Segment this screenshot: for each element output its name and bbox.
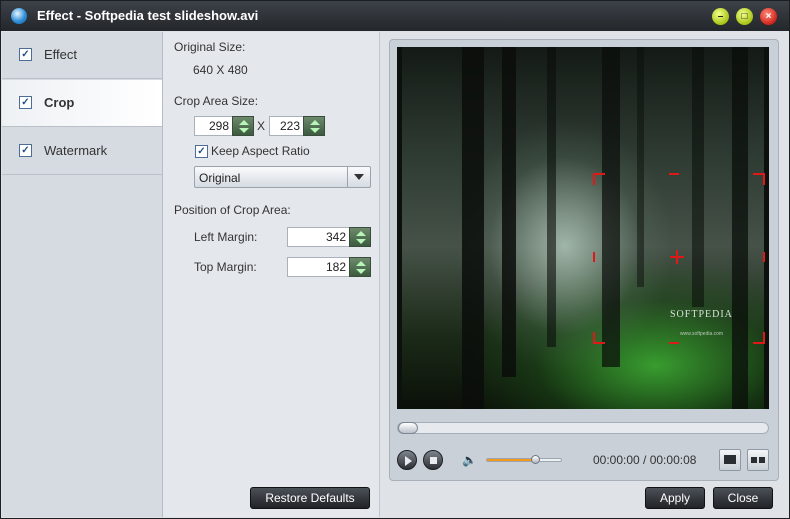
keep-aspect-label: Keep Aspect Ratio	[211, 144, 310, 158]
close-button[interactable]: Close	[713, 487, 773, 509]
sidebar-item-label: Watermark	[44, 143, 108, 158]
chevron-down-icon[interactable]	[347, 167, 370, 187]
sidebar-item-crop[interactable]: ✓ Crop	[2, 80, 162, 127]
left-margin-label: Left Margin:	[194, 230, 258, 244]
watermark-checkbox[interactable]: ✓	[19, 144, 32, 157]
position-label: Position of Crop Area:	[174, 203, 291, 217]
seek-bar[interactable]	[397, 422, 769, 434]
effect-window: Effect - Softpedia test slideshow.avi – …	[0, 0, 790, 519]
original-size-value: 640 X 480	[193, 63, 248, 77]
crop-edge-bottom[interactable]	[669, 332, 679, 344]
aspect-ratio-select[interactable]: Original	[194, 166, 371, 188]
maximize-button[interactable]: □	[736, 8, 753, 25]
speaker-icon[interactable]: 🔈	[462, 453, 477, 467]
top-margin-stepper[interactable]	[349, 257, 371, 277]
crop-corner-bottom-right[interactable]	[753, 332, 765, 344]
restore-defaults-button[interactable]: Restore Defaults	[250, 487, 370, 509]
size-separator: X	[257, 119, 266, 133]
crop-settings-panel: Original Size: 640 X 480 Crop Area Size:…	[163, 32, 380, 517]
crop-corner-bottom-left[interactable]	[593, 332, 605, 344]
crop-area-size-label: Crop Area Size:	[174, 94, 259, 108]
sidebar-item-watermark[interactable]: ✓ Watermark	[2, 128, 162, 175]
tree-trunk	[502, 47, 516, 377]
volume-slider[interactable]	[486, 455, 562, 464]
sidebar-item-label: Effect	[44, 47, 78, 62]
apply-button[interactable]: Apply	[645, 487, 705, 509]
volume-fill	[487, 459, 536, 461]
forest-image: SOFTPEDIA www.softpedia.com	[402, 47, 764, 409]
stop-button[interactable]	[423, 450, 443, 470]
crop-edge-right[interactable]	[753, 252, 765, 262]
crop-checkbox[interactable]: ✓	[19, 96, 32, 109]
top-margin-label: Top Margin:	[194, 260, 257, 274]
tree-trunk	[547, 47, 556, 347]
effect-checkbox[interactable]: ✓	[19, 48, 32, 61]
play-button[interactable]	[397, 450, 417, 470]
tree-trunk	[602, 47, 620, 367]
crop-edge-left[interactable]	[593, 252, 605, 262]
time-readout: 00:00:00 / 00:00:08	[593, 453, 697, 467]
split-view-icon	[759, 457, 765, 463]
crop-center-crosshair	[676, 250, 678, 264]
stop-icon	[430, 457, 437, 464]
sidebar-item-label: Crop	[44, 95, 75, 110]
sidebar-item-effect[interactable]: ✓ Effect	[2, 32, 162, 79]
softpedia-watermark: SOFTPEDIA	[670, 309, 733, 320]
left-margin-stepper[interactable]	[349, 227, 371, 247]
single-view-button[interactable]	[719, 449, 741, 471]
crop-corner-top-right[interactable]	[753, 173, 765, 185]
close-window-button[interactable]: ×	[760, 8, 777, 25]
tree-trunk	[692, 47, 704, 307]
crop-height-stepper[interactable]	[303, 116, 325, 136]
tree-trunk	[732, 47, 748, 409]
crop-edge-top[interactable]	[669, 173, 679, 185]
split-view-button[interactable]	[747, 449, 769, 471]
tree-trunk	[462, 47, 484, 409]
seek-thumb[interactable]	[398, 422, 418, 434]
split-view-icon	[751, 457, 757, 463]
window-title: Effect - Softpedia test slideshow.avi	[37, 8, 259, 23]
app-icon	[11, 8, 27, 24]
effect-sidebar: ✓ Effect ✓ Crop ✓ Watermark	[2, 32, 163, 517]
watermark-url: www.softpedia.com	[680, 331, 724, 337]
tree-trunk	[637, 47, 644, 287]
crop-width-stepper[interactable]	[232, 116, 254, 136]
minimize-button[interactable]: –	[712, 8, 729, 25]
play-icon	[405, 456, 412, 466]
video-preview[interactable]: SOFTPEDIA www.softpedia.com	[397, 47, 769, 409]
original-size-label: Original Size:	[174, 40, 246, 54]
keep-aspect-checkbox[interactable]: ✓	[195, 145, 208, 158]
aspect-ratio-value: Original	[199, 171, 241, 185]
title-bar[interactable]: Effect - Softpedia test slideshow.avi – …	[1, 1, 789, 31]
crop-corner-top-left[interactable]	[593, 173, 605, 185]
single-view-icon	[724, 455, 736, 464]
